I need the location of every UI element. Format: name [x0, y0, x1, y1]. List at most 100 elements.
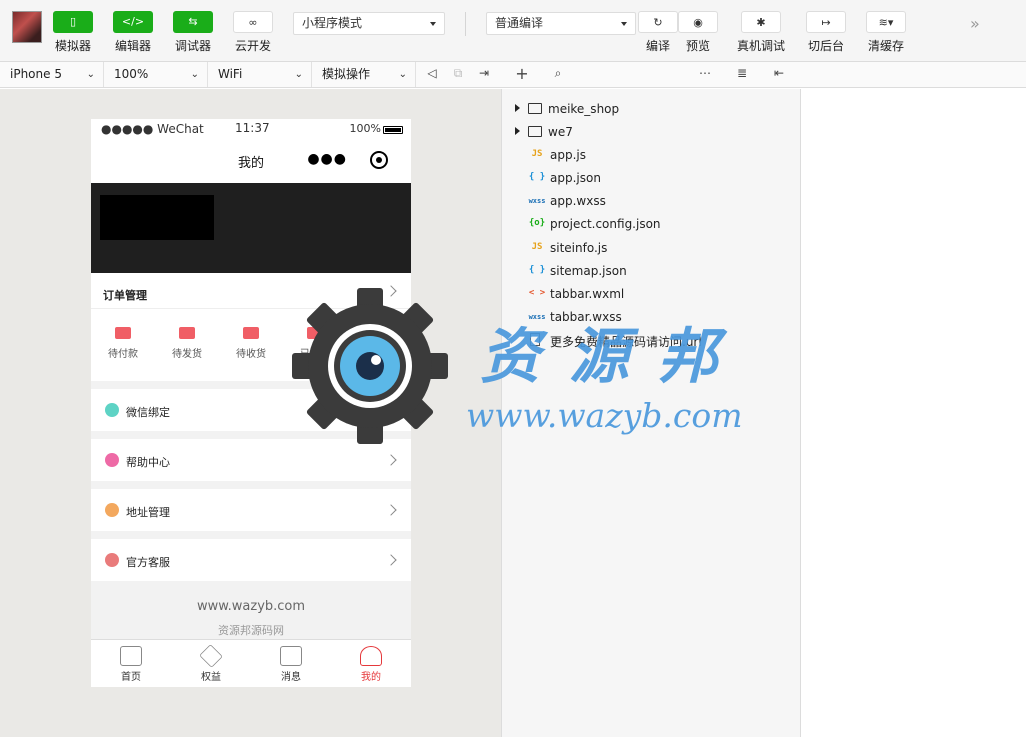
simulator-panel: ●●●●● WeChat 11:37 100% 我的 ●●● 订单管理 待付款 … — [0, 89, 502, 737]
battery-icon — [383, 126, 403, 134]
tree-file-sitemap-json[interactable]: { } sitemap.json — [502, 260, 801, 282]
order-item-to-ship[interactable]: 待发货 — [155, 327, 219, 360]
wallet-icon — [115, 327, 131, 339]
clock-text: 11:37 — [235, 121, 270, 135]
add-file-icon[interactable]: + — [513, 64, 531, 83]
file-explorer: meike_shop we7 JS app.js { } app.json wx… — [502, 89, 801, 737]
tree-file-app-json[interactable]: { } app.json — [502, 167, 801, 189]
service-icon — [105, 553, 119, 567]
tab-benefits[interactable]: 权益 — [171, 644, 251, 683]
mode-select[interactable]: 小程序模式 — [293, 12, 445, 35]
link-icon: ∞ — [233, 11, 273, 33]
js-file-icon: JS — [531, 242, 543, 252]
chevron-down-icon: ⌄ — [86, 69, 95, 80]
caret-down-icon — [430, 22, 436, 26]
tree-folder-we7[interactable]: we7 — [502, 121, 801, 143]
carrier-text: ●●●●● WeChat — [101, 122, 204, 136]
json-file-icon: { } — [528, 265, 546, 275]
wxss-file-icon: wxss — [528, 313, 546, 321]
chevron-right-icon — [385, 504, 397, 516]
chevron-right-icon — [385, 554, 397, 566]
real-device-debug-button[interactable]: ✱ 真机调试 — [731, 11, 791, 54]
menu-address[interactable]: 地址管理 — [91, 489, 411, 531]
compile-select[interactable]: 普通编译 — [486, 12, 636, 35]
debug-arrows-icon: ⇆ — [173, 11, 213, 33]
expand-arrow-icon[interactable] — [515, 127, 520, 135]
document-icon — [530, 333, 540, 346]
device-select[interactable]: iPhone 5 ⌄ — [0, 62, 104, 87]
order-item-to-receive[interactable]: 待收货 — [219, 327, 283, 360]
exit-arrow-icon: ↦ — [806, 11, 846, 33]
close-capsule-icon[interactable] — [370, 151, 388, 169]
tree-folder-meike-shop[interactable]: meike_shop — [502, 98, 801, 120]
footer-url: www.wazyb.com — [196, 599, 306, 614]
order-item-completed[interactable]: 已完成 — [283, 327, 347, 360]
debugger-button[interactable]: ⇆ 调试器 — [163, 11, 223, 54]
chevron-right-icon — [385, 285, 397, 297]
chevron-down-icon: ⌄ — [398, 69, 407, 80]
menu-help-center[interactable]: 帮助中心 — [91, 439, 411, 481]
clear-cache-button[interactable]: ≋▾ 清缓存 — [856, 11, 916, 54]
user-badge-icon — [105, 403, 119, 417]
zoom-select[interactable]: 100% ⌄ — [104, 62, 208, 87]
check-box-icon — [307, 327, 323, 339]
bug-icon: ✱ — [741, 11, 781, 33]
home-icon — [120, 646, 142, 666]
tab-home[interactable]: 首页 — [91, 646, 171, 683]
battery-text: 100% — [349, 122, 381, 135]
tree-file-app-js[interactable]: JS app.js — [502, 144, 801, 166]
wxss-file-icon: wxss — [528, 197, 546, 205]
eye-icon: ◉ — [678, 11, 718, 33]
truck-icon — [243, 327, 259, 339]
user-info-block[interactable] — [100, 195, 214, 240]
toolbar-divider — [465, 12, 466, 36]
tree-file-project-config[interactable]: {o} project.config.json — [502, 213, 801, 235]
main-toolbar: ▯ 模拟器 </> 编辑器 ⇆ 调试器 ∞ 云开发 小程序模式 普通编译 ↻ 编… — [0, 0, 1026, 62]
more-dots-icon[interactable]: ●●● — [307, 151, 347, 167]
chevron-right-icon — [385, 404, 397, 416]
diamond-icon — [199, 644, 223, 668]
more-icon[interactable]: ⋯ — [696, 66, 714, 80]
order-title: 订单管理 — [103, 289, 147, 302]
simulator-button[interactable]: ▯ 模拟器 — [43, 11, 103, 54]
tree-file-app-wxss[interactable]: wxss app.wxss — [502, 190, 801, 212]
window-icon[interactable]: ⧉ — [449, 66, 467, 81]
order-header[interactable]: 订单管理 — [91, 273, 411, 309]
menu-customer-service[interactable]: 官方客服 — [91, 539, 411, 581]
tab-bar: 首页 权益 消息 我的 — [91, 639, 411, 687]
operation-select[interactable]: 模拟操作 ⌄ — [312, 62, 416, 87]
cloud-dev-button[interactable]: ∞ 云开发 — [223, 11, 283, 54]
split-left-icon[interactable]: ⇤ — [770, 66, 788, 80]
chevron-right-icon — [385, 454, 397, 466]
tab-messages[interactable]: 消息 — [251, 646, 331, 683]
more-chevron-icon[interactable]: » — [970, 14, 980, 33]
search-icon[interactable]: ⌕ — [549, 66, 567, 81]
menu-wechat-bind[interactable]: 微信绑定 — [91, 389, 411, 431]
tree-file-tabbar-wxml[interactable]: < > tabbar.wxml — [502, 283, 801, 305]
layers-icon: ≋▾ — [866, 11, 906, 33]
user-avatar[interactable] — [12, 11, 42, 43]
editor-empty-panel — [802, 89, 1026, 737]
config-file-icon: {o} — [528, 218, 546, 228]
tree-file-siteinfo-js[interactable]: JS siteinfo.js — [502, 237, 801, 259]
tree-file-url[interactable]: 更多免费精品源码请访问.url — [502, 329, 801, 351]
tree-file-tabbar-wxss[interactable]: wxss tabbar.wxss — [502, 306, 801, 328]
json-file-icon: { } — [528, 172, 546, 182]
tab-mine[interactable]: 我的 — [331, 646, 411, 683]
collapse-icon[interactable]: ≣ — [733, 66, 751, 80]
phone-icon: ▯ — [53, 11, 93, 33]
expand-arrow-icon[interactable] — [515, 104, 520, 112]
background-button[interactable]: ↦ 切后台 — [796, 11, 856, 54]
location-icon — [105, 503, 119, 517]
simulator-subbar: iPhone 5 ⌄ 100% ⌄ WiFi ⌄ 模拟操作 ⌄ ◁ ⧉ ⇥ + ⌕ ⋯ … — [0, 62, 1026, 88]
order-item-unpaid[interactable]: 待付款 — [91, 327, 155, 360]
volume-icon[interactable]: ◁ — [423, 66, 441, 80]
status-bar: ●●●●● WeChat 11:37 100% — [91, 119, 411, 139]
network-select[interactable]: WiFi ⌄ — [208, 62, 312, 87]
editor-button[interactable]: </> 编辑器 — [103, 11, 163, 54]
profile-banner — [91, 183, 411, 273]
folder-icon — [528, 103, 542, 114]
detach-icon[interactable]: ⇥ — [475, 66, 493, 80]
help-icon — [105, 453, 119, 467]
preview-button[interactable]: ◉ 预览 — [668, 11, 728, 54]
